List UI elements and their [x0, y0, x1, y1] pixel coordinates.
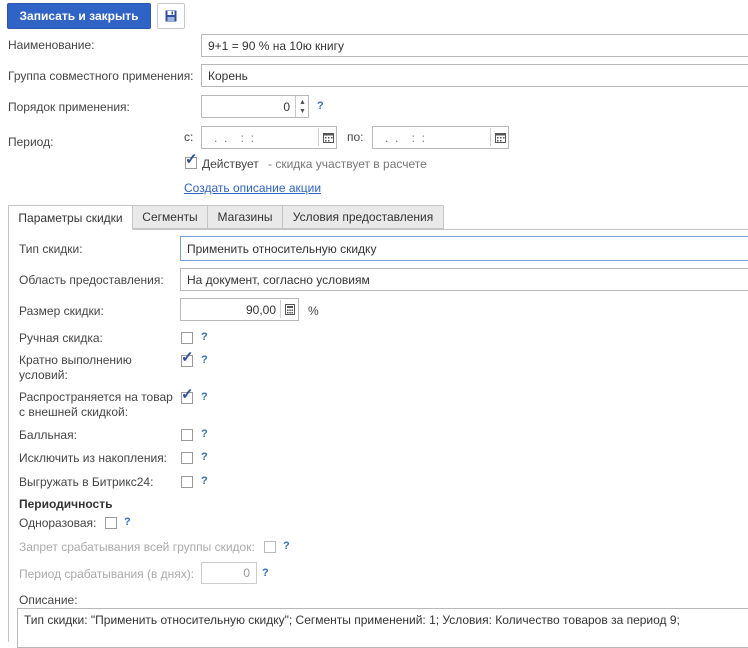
- multiple-checkbox[interactable]: ✓: [181, 350, 194, 367]
- period-to-input[interactable]: . . : :: [372, 126, 509, 149]
- save-button[interactable]: [157, 3, 185, 29]
- group-ban-help[interactable]: ?: [283, 540, 290, 552]
- order-label: Порядок применения:: [8, 100, 130, 114]
- period-from-input[interactable]: . . : :: [201, 126, 337, 149]
- order-value: 0: [283, 99, 290, 114]
- save-and-close-button[interactable]: Записать и закрыть: [7, 3, 151, 29]
- manual-help[interactable]: ?: [201, 331, 208, 343]
- name-input[interactable]: 9+1 = 90 % на 10ю книгу: [201, 34, 748, 57]
- trigger-period-help[interactable]: ?: [262, 567, 269, 579]
- period-to-label: по:: [347, 130, 364, 144]
- checkmark-icon: ✓: [181, 349, 194, 366]
- size-calculator-button[interactable]: [280, 300, 299, 318]
- external-label-line1: Распространяется на товар: [19, 390, 173, 404]
- multiple-label-line2: условий:: [19, 368, 68, 382]
- periodicity-header: Периодичность: [19, 497, 113, 511]
- discount-type-label: Тип скидки:: [19, 242, 83, 256]
- multiple-label-line1: Кратно выполнению: [19, 353, 132, 367]
- exclude-checkbox[interactable]: [181, 452, 193, 464]
- group-label: Группа совместного применения:: [8, 69, 194, 83]
- trigger-period-input[interactable]: 0: [201, 562, 257, 584]
- points-help[interactable]: ?: [201, 428, 208, 440]
- tab-discount-params[interactable]: Параметры скидки: [8, 205, 133, 230]
- period-from-calendar-button[interactable]: [318, 128, 337, 146]
- points-checkbox[interactable]: [181, 429, 193, 441]
- spinner-down-icon[interactable]: ▼: [299, 107, 306, 116]
- bitrix-help[interactable]: ?: [201, 475, 208, 487]
- checkmark-icon: ✓: [181, 386, 194, 403]
- create-description-link[interactable]: Создать описание акции: [184, 181, 321, 195]
- tab-conditions[interactable]: Условия предоставления: [282, 205, 444, 229]
- exclude-help[interactable]: ?: [201, 451, 208, 463]
- active-checkbox[interactable]: ✓: [185, 152, 198, 169]
- period-to-value: . . : :: [385, 130, 426, 145]
- checkmark-icon: ✓: [185, 151, 198, 168]
- active-note: - скидка участвует в расчете: [268, 157, 427, 171]
- group-ban-checkbox[interactable]: [264, 541, 276, 553]
- external-help[interactable]: ?: [201, 391, 208, 403]
- onetime-checkbox[interactable]: [105, 517, 117, 529]
- calendar-icon: [322, 132, 334, 143]
- trigger-period-value: 0: [243, 566, 250, 580]
- external-checkbox[interactable]: ✓: [181, 387, 194, 404]
- group-input[interactable]: Корень: [201, 64, 748, 87]
- area-label: Область предоставления:: [19, 273, 164, 287]
- group-ban-label: Запрет срабатывания всей группы скидок:: [19, 540, 255, 554]
- period-to-calendar-button[interactable]: [490, 128, 509, 146]
- tab-segments[interactable]: Сегменты: [132, 205, 208, 229]
- name-label: Наименование:: [8, 38, 95, 52]
- points-label: Балльная:: [19, 428, 77, 442]
- onetime-help[interactable]: ?: [124, 516, 131, 528]
- trigger-period-label: Период срабатывания (в днях):: [19, 567, 195, 581]
- period-from-label: с:: [184, 130, 194, 144]
- onetime-label: Одноразовая:: [19, 516, 97, 530]
- description-textarea[interactable]: Тип скидки: "Применить относительную ски…: [17, 608, 748, 648]
- discount-type-select[interactable]: Применить относительную скидку: [180, 236, 748, 261]
- description-label: Описание:: [19, 593, 78, 607]
- active-label: Действует: [202, 157, 259, 171]
- calendar-icon: [494, 132, 506, 143]
- manual-checkbox[interactable]: [181, 332, 193, 344]
- manual-label: Ручная скидка:: [19, 331, 103, 345]
- period-label: Период:: [8, 135, 54, 149]
- tab-stores[interactable]: Магазины: [207, 205, 283, 229]
- floppy-disk-icon: [165, 10, 177, 22]
- spinner-up-icon[interactable]: ▲: [299, 98, 306, 107]
- area-select[interactable]: На документ, согласно условиям: [180, 268, 748, 291]
- order-help[interactable]: ?: [317, 100, 324, 112]
- order-spinner[interactable]: ▲ ▼: [295, 96, 309, 117]
- bitrix-checkbox[interactable]: [181, 476, 193, 488]
- exclude-label: Исключить из накопления:: [19, 451, 168, 465]
- external-label-line2: с внешней скидкой:: [19, 405, 129, 419]
- multiple-help[interactable]: ?: [201, 354, 208, 366]
- bitrix-label: Выгружать в Битрикс24:: [19, 475, 154, 489]
- size-unit: %: [308, 304, 319, 318]
- size-value: 90,00: [245, 302, 276, 317]
- order-input[interactable]: 0: [201, 95, 309, 118]
- size-label: Размер скидки:: [19, 304, 104, 318]
- period-from-value: . . : :: [214, 130, 255, 145]
- tab-panel-border: [8, 229, 9, 642]
- calculator-icon: [285, 303, 295, 315]
